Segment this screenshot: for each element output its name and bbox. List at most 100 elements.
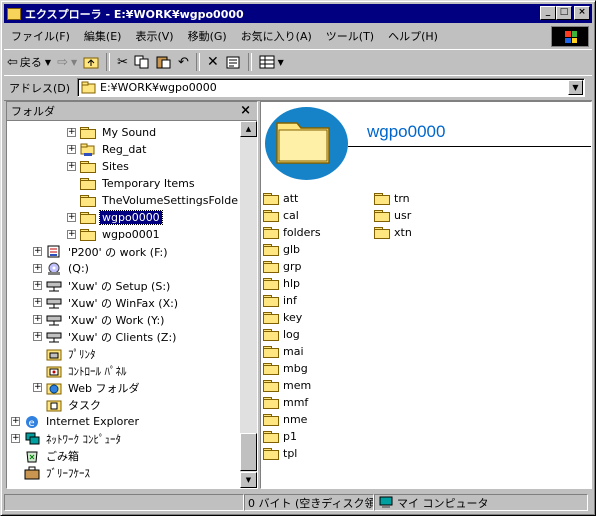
expand-icon[interactable]: + bbox=[33, 383, 42, 392]
up-folder-button[interactable] bbox=[80, 52, 102, 72]
expand-icon[interactable]: + bbox=[67, 128, 76, 137]
views-button[interactable]: ▼ bbox=[256, 52, 287, 72]
tree-item-control-panel[interactable]: ｺﾝﾄﾛｰﾙ ﾊﾟﾈﾙ bbox=[33, 362, 129, 379]
file-item-nme[interactable]: nme bbox=[263, 411, 307, 428]
window-title: エクスプローラ - E:¥WORK¥wgpo0000 bbox=[25, 7, 244, 21]
forward-dropdown-icon[interactable]: ▼ bbox=[71, 58, 77, 67]
menu-tools[interactable]: ツール(T) bbox=[319, 28, 381, 44]
expand-icon[interactable]: + bbox=[11, 434, 20, 443]
scroll-up-button[interactable]: ▲ bbox=[240, 121, 257, 137]
tree-item-drive-f[interactable]: + 'P200' の work (F:) bbox=[33, 243, 170, 260]
heading-rule bbox=[348, 146, 591, 147]
back-button[interactable]: ⇦ 戻る ▼ bbox=[4, 52, 54, 72]
menu-favorites[interactable]: お気に入り(A) bbox=[234, 28, 319, 44]
scroll-down-button[interactable]: ▼ bbox=[240, 472, 257, 488]
tree-item-wgpo0001[interactable]: + wgpo0001 bbox=[67, 226, 162, 243]
address-dropdown-button[interactable]: ▼ bbox=[568, 80, 583, 95]
expand-icon[interactable]: + bbox=[67, 230, 76, 239]
tree-item-drive-z[interactable]: + 'Xuw' の Clients (Z:) bbox=[33, 328, 178, 345]
tree-item-label: (Q:) bbox=[68, 262, 89, 275]
address-input[interactable]: E:¥WORK¥wgpo0000 ▼ bbox=[77, 78, 585, 97]
tree-item-printers[interactable]: ﾌﾟﾘﾝﾀ bbox=[33, 345, 98, 362]
maximize-button[interactable]: □ bbox=[556, 6, 572, 20]
menu-edit[interactable]: 編集(E) bbox=[77, 28, 129, 44]
copy-button[interactable] bbox=[131, 52, 153, 72]
tree-item-tasks[interactable]: タスク bbox=[33, 396, 103, 413]
folder-icon bbox=[263, 294, 279, 307]
tree-item-drive-y[interactable]: + 'Xuw' の Work (Y:) bbox=[33, 311, 166, 328]
file-item-mem[interactable]: mem bbox=[263, 377, 311, 394]
file-item-inf[interactable]: inf bbox=[263, 292, 297, 309]
paste-icon bbox=[156, 56, 171, 69]
tree-item-temporary-items[interactable]: Temporary Items bbox=[67, 175, 197, 192]
tree-item-my-sound[interactable]: + My Sound bbox=[67, 124, 158, 141]
menu-help[interactable]: ヘルプ(H) bbox=[381, 28, 445, 44]
file-item-grp[interactable]: grp bbox=[263, 258, 302, 275]
expand-icon[interactable]: + bbox=[67, 213, 76, 222]
paste-button[interactable] bbox=[153, 52, 175, 72]
file-item-hlp[interactable]: hlp bbox=[263, 275, 300, 292]
file-item-tpl[interactable]: tpl bbox=[263, 445, 297, 462]
file-item-xtn[interactable]: xtn bbox=[374, 224, 412, 241]
forward-button[interactable]: ⇨ ▼ bbox=[54, 52, 80, 72]
open-folder-icon bbox=[80, 211, 96, 224]
expand-icon[interactable]: + bbox=[33, 298, 42, 307]
tree-item-reg-dat[interactable]: + Reg_dat bbox=[67, 141, 148, 158]
tree-scrollbar[interactable]: ▲ ▼ bbox=[240, 121, 257, 488]
scroll-thumb[interactable] bbox=[240, 433, 257, 471]
delete-button[interactable]: ✕ bbox=[204, 52, 222, 72]
undo-button[interactable]: ↶ bbox=[175, 52, 192, 72]
tree-item-drive-s[interactable]: + 'Xuw' の Setup (S:) bbox=[33, 277, 172, 294]
menu-go[interactable]: 移動(G) bbox=[181, 28, 234, 44]
expand-icon[interactable]: + bbox=[33, 281, 42, 290]
file-item-folders[interactable]: folders bbox=[263, 224, 321, 241]
menu-file[interactable]: ファイル(F) bbox=[4, 28, 77, 44]
title-bar[interactable]: エクスプローラ - E:¥WORK¥wgpo0000 _ □ × bbox=[4, 4, 592, 23]
tree-item-sites[interactable]: + Sites bbox=[67, 158, 131, 175]
views-dropdown-icon: ▼ bbox=[277, 57, 284, 67]
tree-item-wgpo0000[interactable]: + wgpo0000 bbox=[67, 209, 163, 226]
tree-item-label: ごみ箱 bbox=[46, 449, 79, 463]
tree-item-briefcase[interactable]: ﾌﾞﾘｰﾌｹｰｽ bbox=[11, 464, 92, 481]
file-item-cal[interactable]: cal bbox=[263, 207, 299, 224]
tree-item-volume-settings[interactable]: TheVolumeSettingsFolder bbox=[67, 192, 238, 209]
svg-text:e: e bbox=[29, 418, 35, 429]
file-item-trn[interactable]: trn bbox=[374, 190, 410, 207]
file-item-usr[interactable]: usr bbox=[374, 207, 411, 224]
back-dropdown-icon[interactable]: ▼ bbox=[45, 58, 51, 67]
minimize-button[interactable]: _ bbox=[540, 6, 556, 20]
expand-icon[interactable]: + bbox=[67, 162, 76, 171]
file-item-p1[interactable]: p1 bbox=[263, 428, 297, 445]
forward-arrow-icon: ⇨ bbox=[57, 54, 68, 70]
tree-item-drive-q[interactable]: + (Q:) bbox=[33, 260, 91, 277]
tree-item-network[interactable]: + ﾈｯﾄﾜｰｸ ｺﾝﾋﾟｭｰﾀ bbox=[11, 430, 123, 447]
explorer-folder-icon bbox=[7, 7, 21, 20]
file-item-att[interactable]: att bbox=[263, 190, 298, 207]
folder-icon bbox=[80, 194, 96, 207]
properties-button[interactable] bbox=[222, 52, 244, 72]
file-item-mai[interactable]: mai bbox=[263, 343, 304, 360]
expand-icon[interactable]: + bbox=[67, 145, 76, 154]
close-button[interactable]: × bbox=[574, 6, 590, 20]
expand-icon[interactable]: + bbox=[11, 417, 20, 426]
file-item-mmf[interactable]: mmf bbox=[263, 394, 308, 411]
folder-icon bbox=[374, 209, 390, 222]
folder-icon bbox=[263, 260, 279, 273]
tree-item-internet-explorer[interactable]: + e Internet Explorer bbox=[11, 413, 141, 430]
expand-icon[interactable]: + bbox=[33, 247, 42, 256]
folder-icon bbox=[374, 192, 390, 205]
tree-item-recycle-bin[interactable]: ごみ箱 bbox=[11, 447, 81, 464]
file-item-glb[interactable]: glb bbox=[263, 241, 300, 258]
file-item-key[interactable]: key bbox=[263, 309, 302, 326]
tree-item-drive-x[interactable]: + 'Xuw' の WinFax (X:) bbox=[33, 294, 180, 311]
expand-icon[interactable]: + bbox=[33, 264, 42, 273]
file-item-mbg[interactable]: mbg bbox=[263, 360, 308, 377]
folders-pane-close-icon[interactable]: × bbox=[240, 103, 251, 118]
tree-item-web-folders[interactable]: + Web フォルダ bbox=[33, 379, 141, 396]
cut-button[interactable]: ✂ bbox=[114, 52, 131, 72]
file-item-log[interactable]: log bbox=[263, 326, 300, 343]
menu-view[interactable]: 表示(V) bbox=[128, 28, 180, 44]
expand-icon[interactable]: + bbox=[33, 332, 42, 341]
tree-item-label: Web フォルダ bbox=[68, 381, 140, 395]
expand-icon[interactable]: + bbox=[33, 315, 42, 324]
